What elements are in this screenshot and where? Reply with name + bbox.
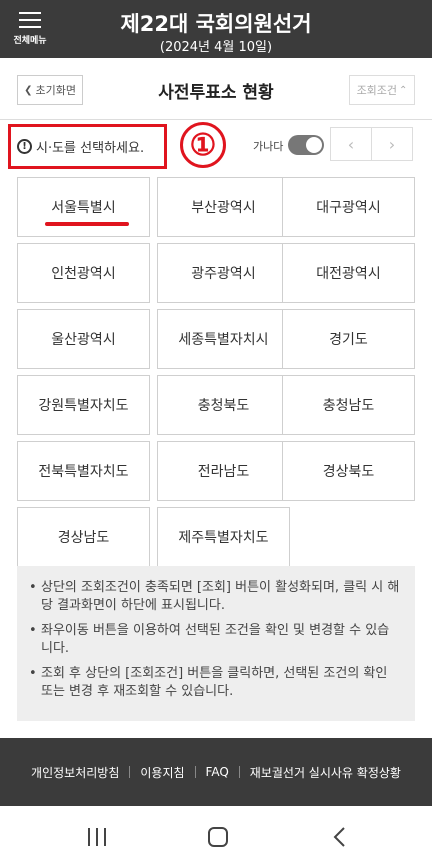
divider <box>129 766 131 778</box>
region-button[interactable]: 인천광역시 <box>17 243 150 303</box>
region-button[interactable]: 강원특별자치도 <box>17 375 150 435</box>
region-button[interactable]: 충청북도 <box>157 375 290 435</box>
system-navigation-bar <box>0 806 432 865</box>
by-election-link[interactable]: 재보궐선거 실시사유 확정상황 <box>250 764 401 781</box>
privacy-policy-link[interactable]: 개인정보처리방침 <box>31 764 119 781</box>
notice-text: 시·도를 선택하세요. <box>36 141 145 156</box>
step-marker: ① <box>180 122 226 168</box>
region-label: 서울특별시 <box>51 200 116 216</box>
condition-button-label: 조회조건 <box>356 84 398 97</box>
footer: 개인정보처리방침 이용지침 FAQ 재보궐선거 실시사유 확정상황 <box>0 738 432 806</box>
region-label: 광주광역시 <box>191 266 256 282</box>
region-label: 경기도 <box>329 332 368 348</box>
faq-link[interactable]: FAQ <box>206 765 229 779</box>
next-button[interactable]: › <box>371 127 413 161</box>
region-button[interactable]: 경상북도 <box>282 441 415 501</box>
chevron-up-icon: ⌃ <box>399 84 408 96</box>
region-button[interactable]: 대구광역시 <box>282 177 415 237</box>
region-label: 부산광역시 <box>191 200 256 216</box>
region-label: 충청남도 <box>322 398 375 414</box>
select-region-notice: ! 시·도를 선택하세요. <box>8 124 167 169</box>
region-button[interactable]: 경상남도 <box>17 507 150 567</box>
chevron-right-icon: › <box>388 134 396 154</box>
region-button[interactable]: 대전광역시 <box>282 243 415 303</box>
region-label: 강원특별자치도 <box>38 398 129 414</box>
recent-apps-icon[interactable] <box>87 828 107 846</box>
region-button[interactable]: 전라남도 <box>157 441 290 501</box>
region-button[interactable]: 울산광역시 <box>17 309 150 369</box>
region-label: 제주특별자치도 <box>178 530 269 546</box>
sort-toggle[interactable] <box>288 135 324 155</box>
sub-header: ❮ 초기화면 사전투표소 현황 조회조건 ⌃ <box>0 58 432 120</box>
region-label: 전북특별자치도 <box>38 464 129 480</box>
region-button[interactable]: 제주특별자치도 <box>157 507 290 567</box>
region-label: 충청북도 <box>197 398 250 414</box>
region-label: 전라남도 <box>197 464 250 480</box>
info-item: 좌우이동 버튼을 이용하여 선택된 조건을 확인 및 변경할 수 있습니다. <box>27 622 401 658</box>
region-button[interactable]: 세종특별자치시 <box>157 309 290 369</box>
prev-button[interactable]: ‹ <box>330 127 372 161</box>
region-button[interactable]: 광주광역시 <box>157 243 290 303</box>
election-title: 제22대 국회의원선거 <box>120 12 312 36</box>
exclamation-icon: ! <box>17 139 32 154</box>
region-label: 인천광역시 <box>51 266 116 282</box>
selected-underline <box>45 222 129 226</box>
back-icon[interactable] <box>330 826 350 848</box>
region-button[interactable]: 전북특별자치도 <box>17 441 150 501</box>
search-condition-button[interactable]: 조회조건 ⌃ <box>349 75 415 105</box>
region-label: 대구광역시 <box>316 200 381 216</box>
region-button[interactable]: 부산광역시 <box>157 177 290 237</box>
info-item: 상단의 조회조건이 충족되면 [조회] 버튼이 활성화되며, 클릭 시 해당 결… <box>27 579 401 615</box>
region-label: 경상북도 <box>322 464 375 480</box>
region-button[interactable]: 서울특별시 <box>17 177 150 237</box>
top-bar: 전체메뉴 제22대 국회의원선거 (2024년 4월 10일) <box>0 0 432 58</box>
chevron-left-icon: ‹ <box>347 134 355 154</box>
divider <box>238 766 240 778</box>
usage-guide-link[interactable]: 이용지침 <box>140 764 184 781</box>
region-button[interactable]: 경기도 <box>282 309 415 369</box>
sort-label: 가나다 <box>253 140 284 153</box>
region-label: 경상남도 <box>57 530 110 546</box>
info-item: 조회 후 상단의 [조회조건] 버튼을 클릭하면, 선택된 조건의 확인 또는 … <box>27 665 401 701</box>
toggle-knob <box>306 137 322 153</box>
region-label: 대전광역시 <box>316 266 381 282</box>
election-date: (2024년 4월 10일) <box>159 40 273 55</box>
region-label: 세종특별자치시 <box>178 332 269 348</box>
region-button[interactable]: 충청남도 <box>282 375 415 435</box>
home-icon[interactable] <box>208 827 228 847</box>
region-label: 울산광역시 <box>51 332 116 348</box>
divider <box>194 766 196 778</box>
help-info-box: 상단의 조회조건이 충족되면 [조회] 버튼이 활성화되며, 클릭 시 해당 결… <box>17 566 415 721</box>
